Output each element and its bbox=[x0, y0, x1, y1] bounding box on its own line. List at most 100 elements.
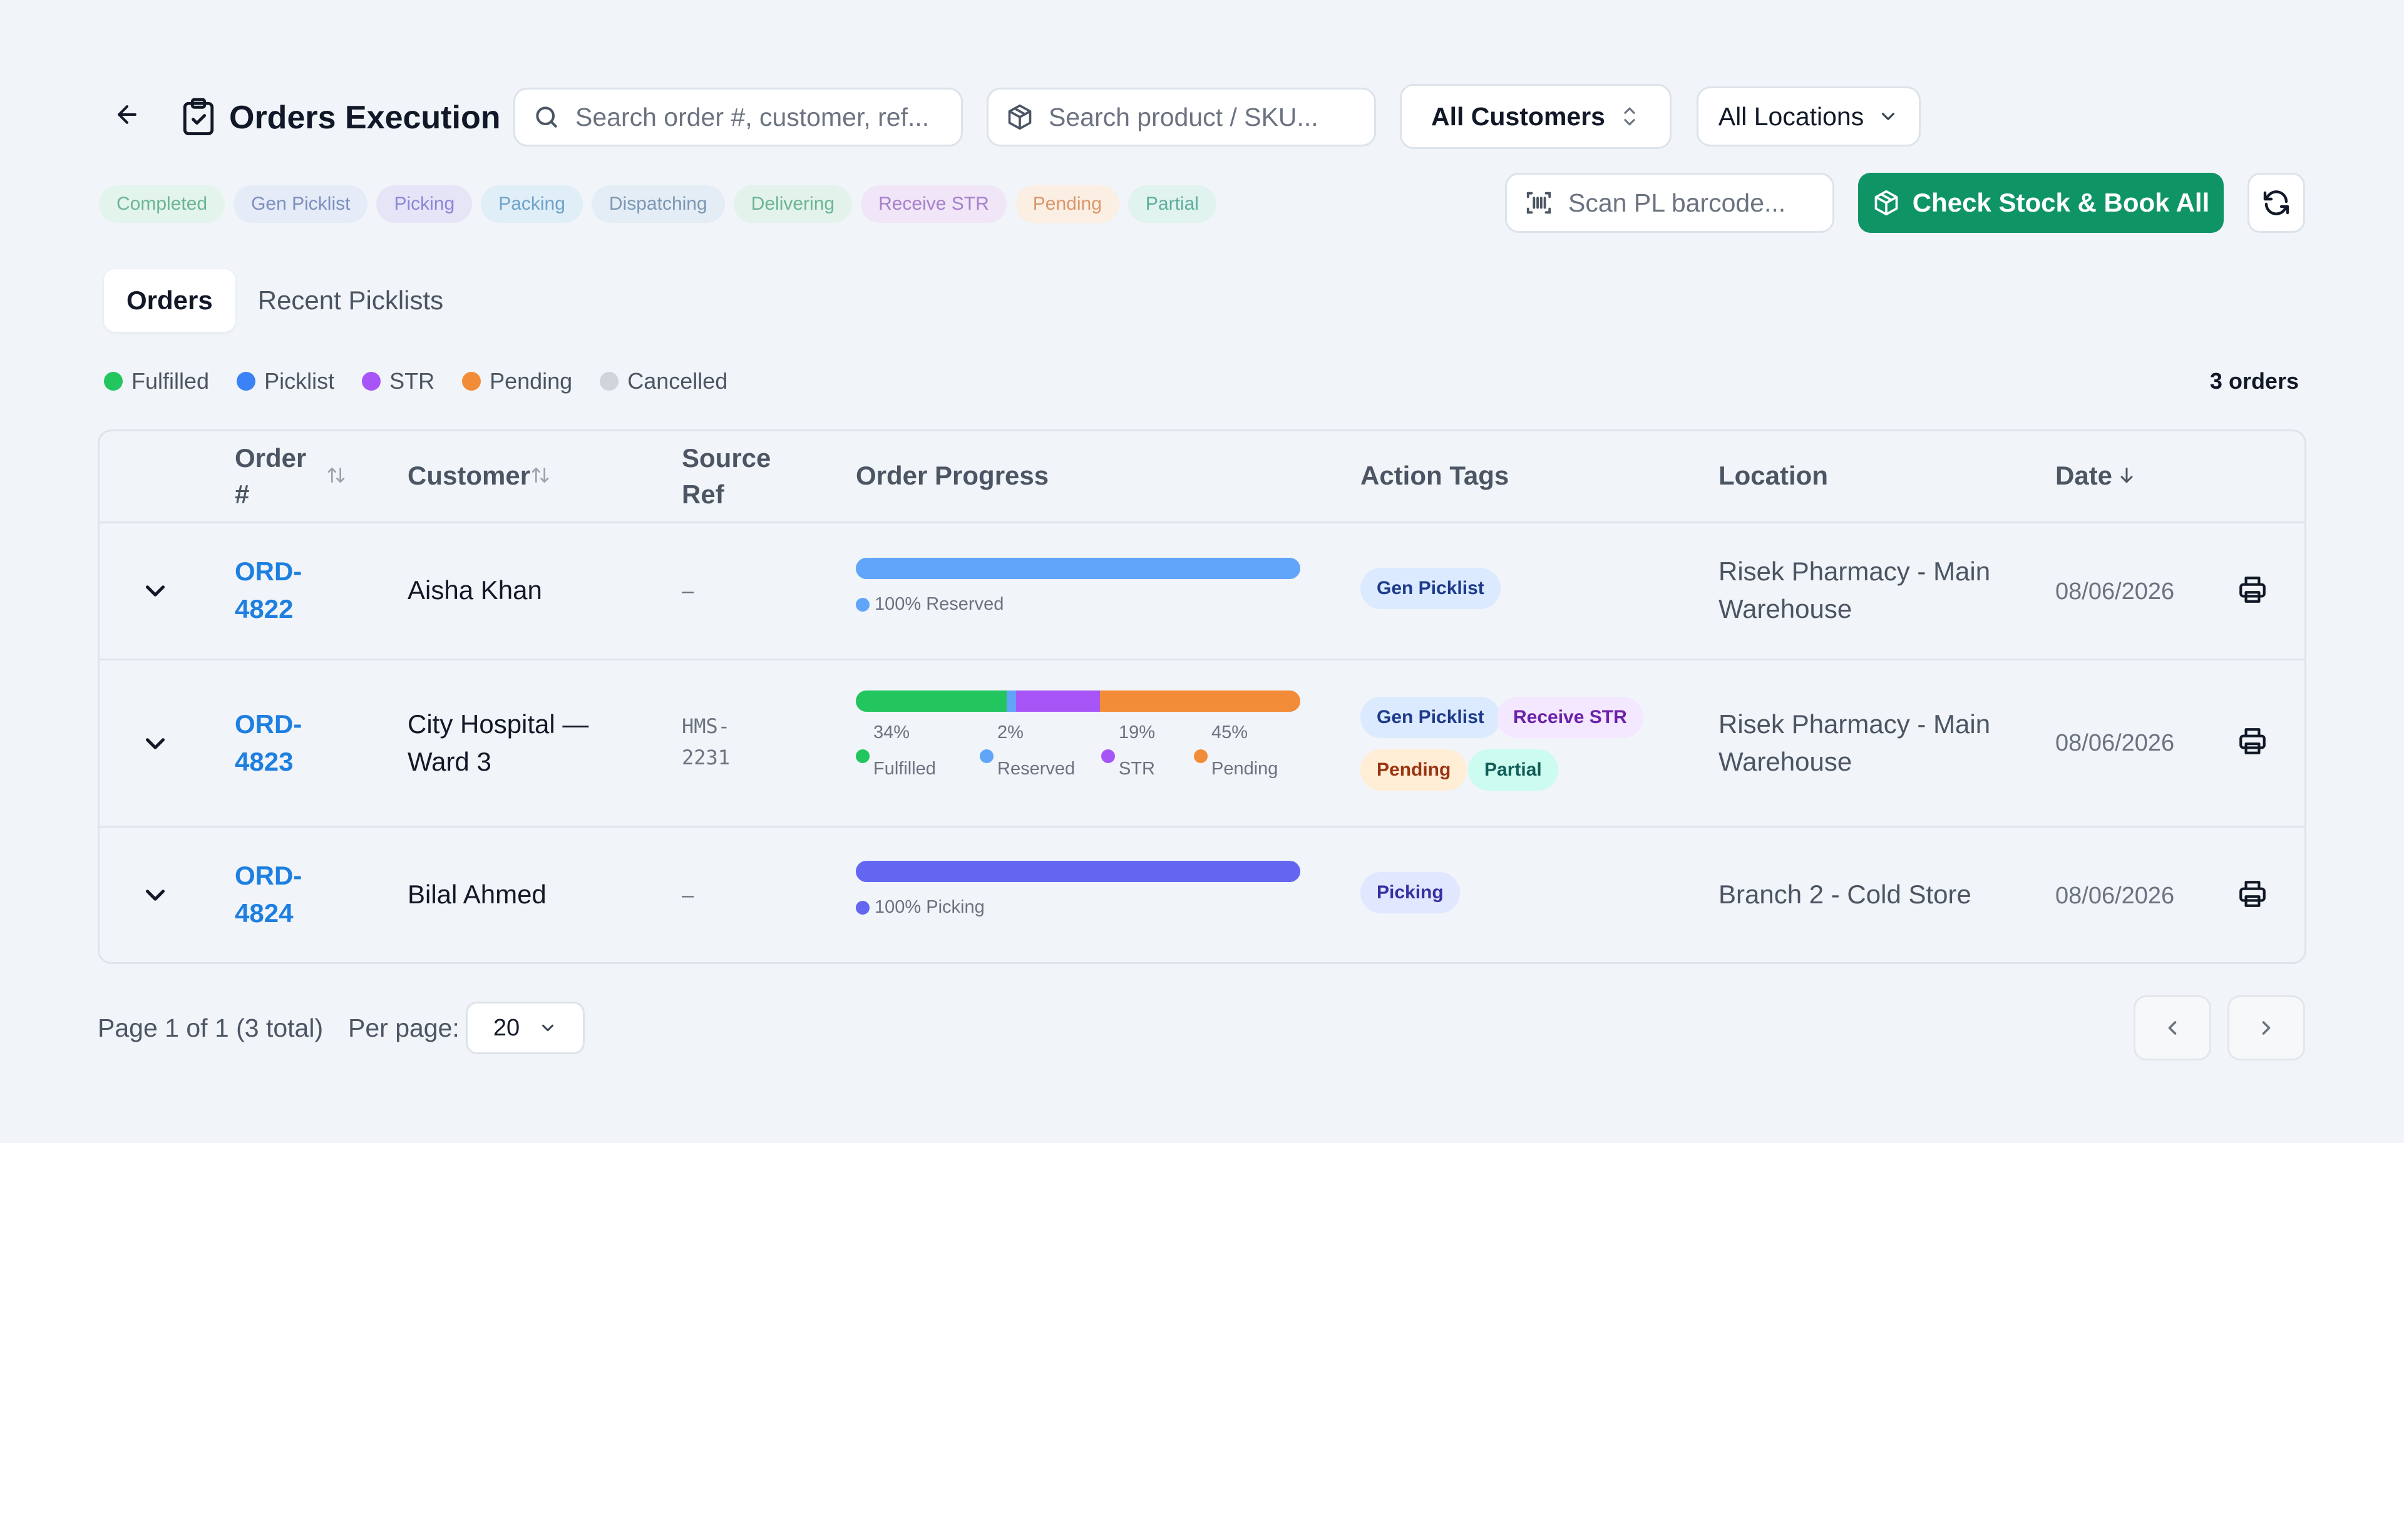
tag-partial[interactable]: Partial bbox=[1468, 749, 1558, 791]
col-header-date[interactable]: Date bbox=[2055, 458, 2112, 494]
order-date: 08/06/2026 bbox=[2055, 578, 2175, 605]
back-arrow-icon[interactable] bbox=[105, 93, 149, 136]
status-chip-picking[interactable]: Picking bbox=[376, 185, 473, 223]
progress-caption: 100% Picking bbox=[856, 897, 985, 918]
tag-receive-str[interactable]: Receive STR bbox=[1497, 697, 1643, 738]
status-chip-packing[interactable]: Packing bbox=[481, 185, 583, 223]
chevron-up-down-icon bbox=[1619, 104, 1640, 129]
legend-dot bbox=[362, 372, 381, 391]
col-header-location: Location bbox=[1718, 461, 1828, 490]
segment-dot bbox=[980, 749, 994, 763]
chevron-down-icon bbox=[538, 1019, 557, 1037]
progress-segment-str bbox=[1015, 690, 1101, 712]
status-chip-completed[interactable]: Completed bbox=[99, 185, 225, 223]
per-page-select[interactable]: 20 bbox=[466, 1002, 585, 1054]
tag-gen-picklist[interactable]: Gen Picklist bbox=[1360, 697, 1501, 738]
barcode-scan-icon bbox=[1524, 188, 1553, 217]
customers-select-label: All Customers bbox=[1431, 101, 1605, 131]
chevron-down-icon bbox=[1877, 106, 1899, 127]
scan-barcode-box[interactable] bbox=[1505, 173, 1834, 233]
chevron-down-icon[interactable] bbox=[140, 728, 171, 759]
legend-item-fulfilled: Fulfilled bbox=[104, 368, 209, 394]
legend-label: Picklist bbox=[264, 368, 335, 394]
col-header-order[interactable]: Order # bbox=[235, 440, 306, 513]
search-order-input[interactable] bbox=[574, 101, 961, 133]
divider bbox=[100, 826, 2304, 828]
package-icon bbox=[1872, 189, 1900, 217]
reserved-dot bbox=[856, 597, 870, 612]
tag-pending[interactable]: Pending bbox=[1360, 749, 1467, 791]
legend-dot bbox=[462, 372, 481, 391]
locations-select[interactable]: All Locations bbox=[1697, 86, 1921, 146]
status-chip-pending[interactable]: Pending bbox=[1015, 185, 1119, 223]
view-tabs: Orders Recent Picklists bbox=[104, 269, 466, 332]
chevron-right-icon bbox=[2255, 1017, 2278, 1039]
order-id-link[interactable]: ORD-4822 bbox=[235, 553, 322, 628]
order-id-link[interactable]: ORD-4823 bbox=[235, 706, 322, 781]
package-icon bbox=[1006, 103, 1034, 131]
segment-percent: 19% bbox=[1119, 722, 1156, 742]
tab-orders[interactable]: Orders bbox=[104, 269, 235, 332]
legend-item-pending: Pending bbox=[462, 368, 572, 394]
status-chip-gen-picklist[interactable]: Gen Picklist bbox=[234, 185, 368, 223]
source-ref: – bbox=[682, 883, 694, 907]
progress-legend: Fulfilled Picklist STR Pending Cancelled bbox=[104, 368, 727, 394]
segment-label: STR bbox=[1119, 759, 1155, 779]
tag-picking[interactable]: Picking bbox=[1360, 872, 1460, 913]
sort-icon[interactable] bbox=[326, 465, 346, 488]
search-product-box[interactable] bbox=[987, 88, 1376, 146]
search-order-box[interactable] bbox=[513, 88, 963, 146]
clipboard-check-icon bbox=[180, 97, 217, 137]
customer-name: Bilal Ahmed bbox=[408, 880, 547, 909]
locations-select-label: All Locations bbox=[1718, 101, 1864, 131]
chevron-left-icon bbox=[2161, 1017, 2184, 1039]
col-header-order-progress: Order Progress bbox=[856, 461, 1049, 490]
location: Branch 2 - Cold Store bbox=[1718, 880, 1971, 909]
customers-select[interactable]: All Customers bbox=[1400, 84, 1672, 149]
status-chip-partial[interactable]: Partial bbox=[1128, 185, 1216, 223]
legend-label: Cancelled bbox=[627, 368, 728, 394]
sort-icon[interactable] bbox=[530, 465, 550, 488]
legend-label: Pending bbox=[490, 368, 573, 394]
search-product-input[interactable] bbox=[1047, 101, 1374, 133]
orders-table: Order # Customer Source Ref Order Progre… bbox=[98, 429, 2306, 964]
refresh-icon bbox=[2261, 188, 2291, 218]
status-chip-receive-str[interactable]: Receive STR bbox=[861, 185, 1007, 223]
status-chip-delivering[interactable]: Delivering bbox=[733, 185, 853, 223]
chevron-down-icon[interactable] bbox=[140, 880, 171, 911]
printer-icon[interactable] bbox=[2237, 878, 2268, 910]
col-header-action-tags: Action Tags bbox=[1360, 461, 1509, 490]
pagination-summary: Page 1 of 1 (3 total) bbox=[98, 1014, 324, 1042]
divider bbox=[100, 521, 2304, 523]
col-header-customer[interactable]: Customer bbox=[408, 458, 530, 494]
tab-recent-picklists[interactable]: Recent Picklists bbox=[235, 269, 466, 332]
location: Risek Pharmacy - Main Warehouse bbox=[1718, 557, 1991, 624]
tag-gen-picklist[interactable]: Gen Picklist bbox=[1360, 568, 1501, 609]
status-filter-chips: Completed Gen Picklist Picking Packing Dispa… bbox=[99, 185, 1216, 223]
printer-icon[interactable] bbox=[2237, 574, 2268, 605]
order-count: 3 orders bbox=[2209, 368, 2299, 394]
prev-page-button[interactable] bbox=[2134, 995, 2211, 1060]
legend-item-str: STR bbox=[362, 368, 434, 394]
col-header-source-ref: Source Ref bbox=[682, 443, 771, 509]
refresh-button[interactable] bbox=[2247, 173, 2305, 233]
chevron-down-icon[interactable] bbox=[140, 575, 171, 607]
segment-label: Fulfilled bbox=[873, 759, 936, 779]
next-page-button[interactable] bbox=[2227, 995, 2305, 1060]
customer-name: Aisha Khan bbox=[408, 575, 542, 605]
status-chip-dispatching[interactable]: Dispatching bbox=[591, 185, 725, 223]
location: Risek Pharmacy - Main Warehouse bbox=[1718, 709, 1991, 776]
arrow-down-icon[interactable] bbox=[2117, 465, 2137, 488]
printer-icon[interactable] bbox=[2237, 726, 2268, 757]
scan-barcode-input[interactable] bbox=[1567, 187, 1832, 218]
order-id-link[interactable]: ORD-4824 bbox=[235, 857, 322, 932]
check-stock-book-all-button[interactable]: Check Stock & Book All bbox=[1858, 173, 2224, 233]
progress-segment-reserved bbox=[856, 558, 1300, 579]
customer-name: City Hospital — Ward 3 bbox=[408, 709, 589, 776]
segment-dot bbox=[1194, 749, 1208, 763]
check-stock-label: Check Stock & Book All bbox=[1912, 188, 2210, 217]
segment-percent: 2% bbox=[997, 722, 1024, 742]
progress-bar bbox=[856, 558, 1300, 579]
divider bbox=[100, 659, 2304, 660]
segment-dot bbox=[1101, 749, 1115, 763]
